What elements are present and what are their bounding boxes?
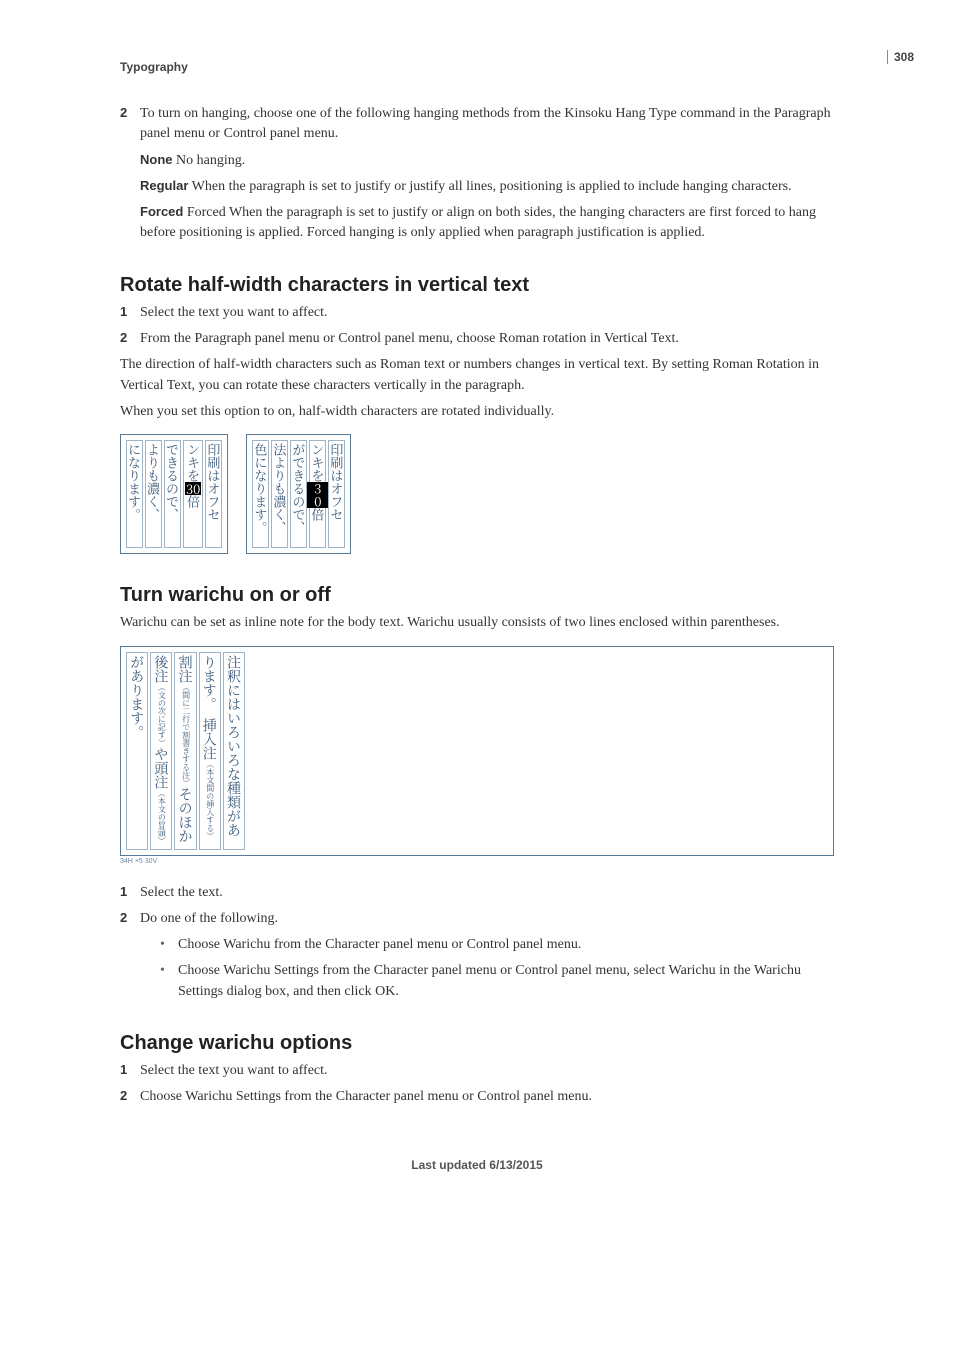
footer-updated: Last updated 6/13/2015 [120, 1158, 834, 1172]
def-term: Forced [140, 204, 183, 219]
def-body: When the paragraph is set to justify or … [192, 179, 792, 194]
def-regular: Regular When the paragraph is set to jus… [140, 177, 834, 197]
heading-warichu-options: Change warichu options [120, 1032, 834, 1055]
page-number: 308 [887, 50, 914, 64]
vcol: ができるので、 [290, 440, 307, 548]
rotate-step-2: 2 From the Paragraph panel menu or Contr… [120, 329, 834, 349]
def-forced: Forced Forced When the paragraph is set … [140, 203, 834, 244]
rotate-paragraph-1: The direction of half-width characters s… [120, 355, 834, 396]
kinsoku-step-2: 2 To turn on hanging, choose one of the … [120, 104, 834, 145]
warichu-bullet-2: • Choose Warichu Settings from the Chara… [160, 961, 834, 1002]
warichu-figure: があります。 後注（文の次に記す）や頭注（本文の冒頭） 割注（間に二行で割書きす… [120, 646, 834, 865]
step-text: Select the text you want to affect. [140, 1061, 834, 1081]
vcol: 印刷はオフセ [328, 440, 345, 548]
step-number: 1 [120, 303, 140, 323]
step-text: Select the text. [140, 883, 834, 903]
warichu-step-1: 1 Select the text. [120, 883, 834, 903]
warichu-step-2: 2 Do one of the following. [120, 909, 834, 929]
bullet-icon: • [160, 961, 178, 1002]
bullet-text: Choose Warichu from the Character panel … [178, 935, 834, 955]
rotate-paragraph-2: When you set this option to on, half-wid… [120, 402, 834, 422]
step-number: 2 [120, 104, 140, 145]
warichu-opts-step-2: 2 Choose Warichu Settings from the Chara… [120, 1087, 834, 1107]
vcol: ンキを30倍 [183, 440, 203, 548]
step-text: Choose Warichu Settings from the Charact… [140, 1087, 834, 1107]
step-text: To turn on hanging, choose one of the fo… [140, 104, 834, 145]
wcol: 割注（間に二行で割書きする注）そのほか [174, 652, 196, 850]
vcol: 法よりも濃く、 [271, 440, 288, 548]
heading-warichu-onoff: Turn warichu on or off [120, 584, 834, 607]
step-text: Do one of the following. [140, 909, 834, 929]
vcol: よりも濃く、 [145, 440, 162, 548]
vcol: 印刷はオフセ [205, 440, 222, 548]
vcol: できるので、 [164, 440, 181, 548]
vcol: になります。 [126, 440, 143, 548]
rotate-step-1: 1 Select the text you want to affect. [120, 303, 834, 323]
wcol: 後注（文の次に記す）や頭注（本文の冒頭） [150, 652, 172, 850]
figure-ruler: 34H ×5 30V [120, 858, 834, 865]
wcol: があります。 [126, 652, 148, 850]
def-body: No hanging. [176, 153, 245, 168]
step-number: 1 [120, 1061, 140, 1081]
step-number: 2 [120, 1087, 140, 1107]
step-number: 1 [120, 883, 140, 903]
rotate-figure-left: になります。 よりも濃く、 できるので、 ンキを30倍 印刷はオフセ [120, 434, 228, 554]
wcol: 注釈にはいろいろな種類があ [223, 652, 245, 850]
step-text: Select the text you want to affect. [140, 303, 834, 323]
def-none: None No hanging. [140, 151, 834, 171]
step-number: 2 [120, 909, 140, 929]
running-header: Typography [120, 60, 834, 74]
vcol: 色になります。 [252, 440, 269, 548]
warichu-intro: Warichu can be set as inline note for th… [120, 613, 834, 633]
warichu-opts-step-1: 1 Select the text you want to affect. [120, 1061, 834, 1081]
rotate-figure: になります。 よりも濃く、 できるので、 ンキを30倍 印刷はオフセ 色になりま… [120, 434, 834, 554]
def-term: Regular [140, 178, 188, 193]
vcol: ンキを30倍 [309, 440, 326, 548]
rotate-figure-right: 色になります。 法よりも濃く、 ができるので、 ンキを30倍 印刷はオフセ [246, 434, 351, 554]
step-number: 2 [120, 329, 140, 349]
bullet-text: Choose Warichu Settings from the Charact… [178, 961, 834, 1002]
wcol: ります。 挿入注（本文間の挿入する） [199, 652, 221, 850]
step-text: From the Paragraph panel menu or Control… [140, 329, 834, 349]
bullet-icon: • [160, 935, 178, 955]
def-term: None [140, 152, 173, 167]
warichu-bullet-1: • Choose Warichu from the Character pane… [160, 935, 834, 955]
def-body: Forced When the paragraph is set to just… [140, 205, 816, 240]
heading-rotate: Rotate half-width characters in vertical… [120, 274, 834, 297]
